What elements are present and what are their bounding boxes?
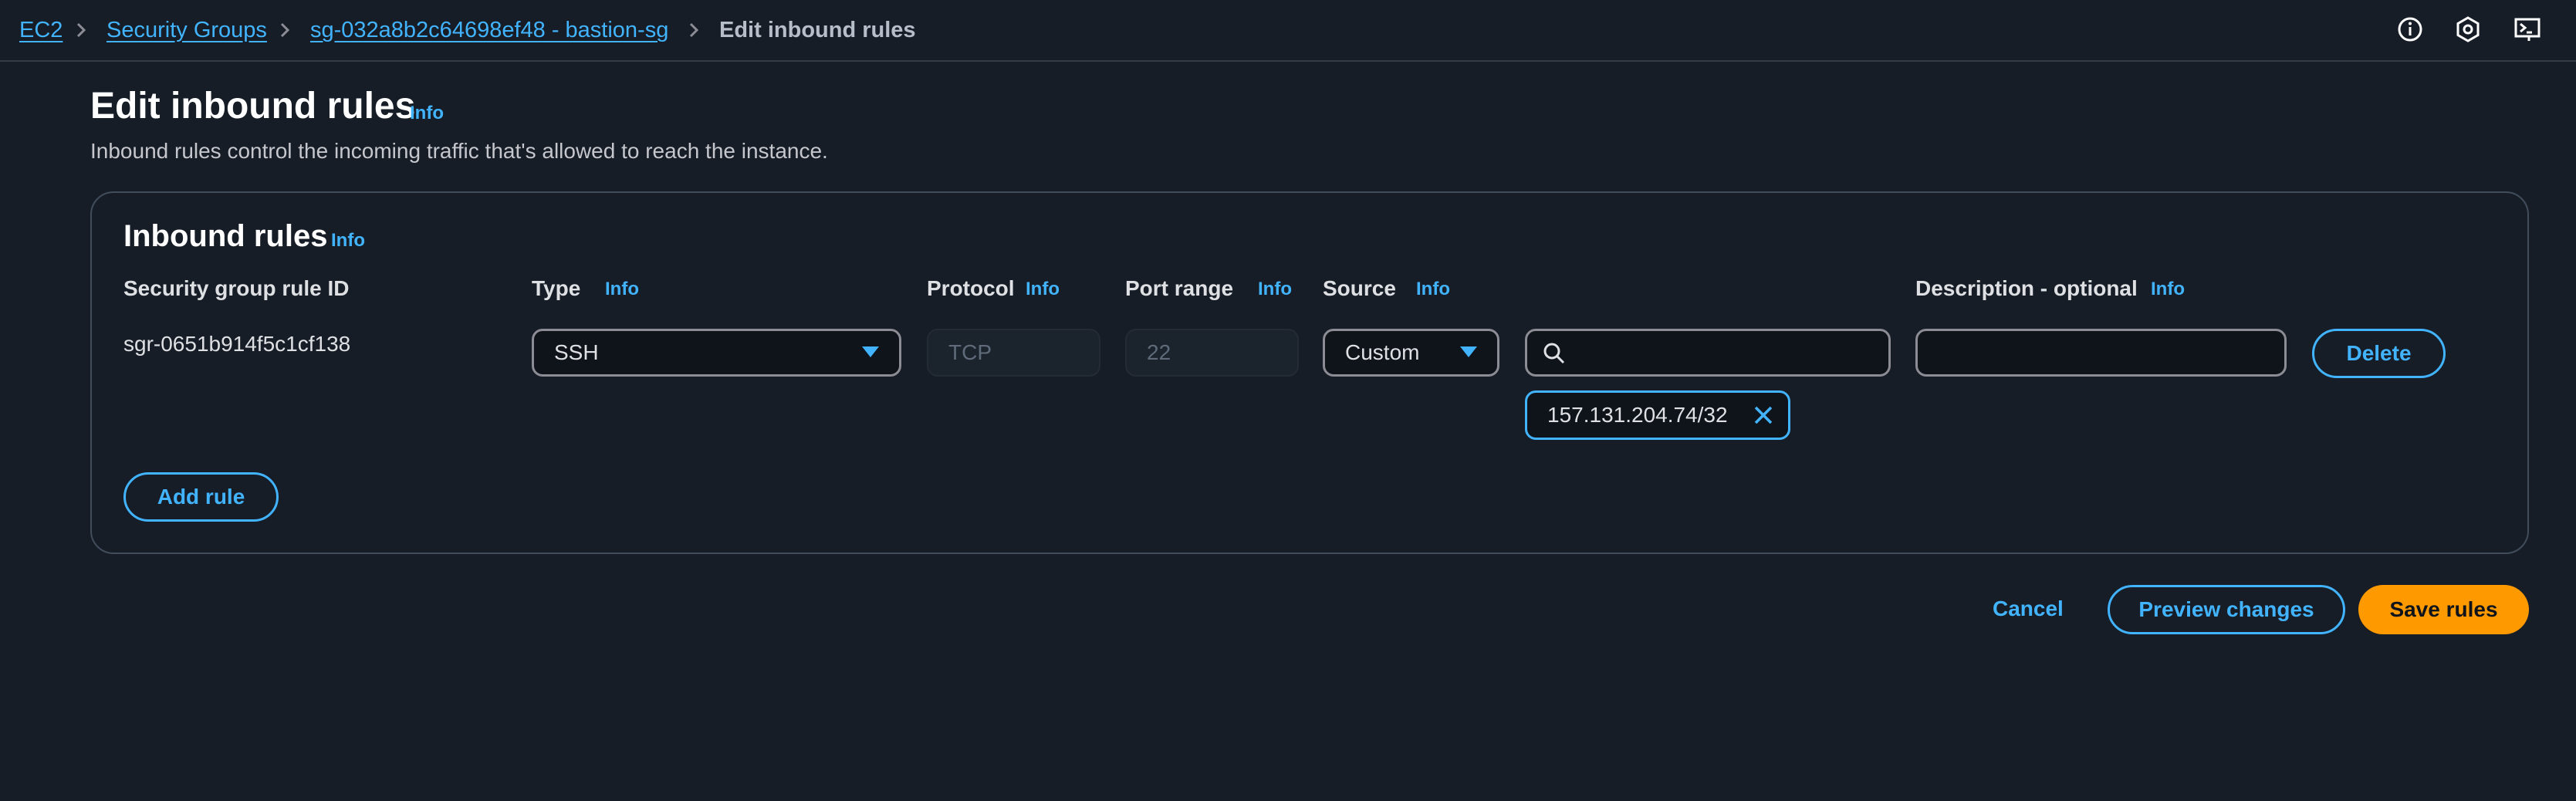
breadcrumb-current-page: Edit inbound rules [719, 18, 916, 42]
settings-hexagon-icon[interactable] [2453, 14, 2483, 45]
source-cidr-token: 157.131.204.74/32 [1525, 390, 1790, 440]
source-type-select[interactable]: Custom [1323, 329, 1499, 377]
page-title: Edit inbound rules [90, 86, 416, 127]
chevron-right-icon [76, 22, 86, 38]
type-info-link[interactable]: Info [605, 279, 639, 300]
breadcrumb-security-groups-link[interactable]: Security Groups [106, 15, 267, 45]
type-select-value: SSH [554, 340, 599, 364]
protocol-info-link[interactable]: Info [1026, 279, 1060, 300]
page-description: Inbound rules control the incoming traff… [90, 139, 828, 163]
save-rules-button[interactable]: Save rules [2358, 585, 2529, 634]
inbound-rules-heading: Inbound rules [123, 219, 328, 253]
column-header-port-range: Port range [1125, 276, 1234, 300]
search-icon [1543, 343, 1565, 364]
port-range-info-link[interactable]: Info [1258, 279, 1292, 300]
protocol-field: TCP [927, 329, 1100, 377]
description-input[interactable] [1915, 329, 2287, 377]
source-search-input[interactable] [1525, 329, 1891, 377]
add-rule-button[interactable]: Add rule [123, 472, 279, 522]
breadcrumb-security-group-link[interactable]: sg-032a8b2c64698ef48 - bastion-sg [310, 15, 668, 45]
delete-rule-button[interactable]: Delete [2312, 329, 2446, 378]
info-circle-icon[interactable] [2395, 14, 2426, 45]
top-navigation-bar: EC2 Security Groups sg-032a8b2c64698ef48… [0, 0, 2576, 62]
page-title-info-link[interactable]: Info [410, 103, 444, 124]
caret-down-icon [862, 346, 879, 357]
port-range-field: 22 [1125, 329, 1299, 377]
column-header-description: Description - optional [1915, 276, 2138, 300]
type-select[interactable]: SSH [532, 329, 901, 377]
source-cidr-token-label: 157.131.204.74/32 [1547, 403, 1728, 427]
column-header-source: Source [1323, 276, 1396, 300]
cancel-button[interactable]: Cancel [1993, 597, 2064, 621]
close-icon[interactable] [1753, 404, 1774, 426]
rule-id-value: sgr-0651b914f5c1cf138 [123, 332, 351, 356]
source-info-link[interactable]: Info [1416, 279, 1450, 300]
chevron-right-icon [280, 22, 290, 38]
breadcrumb-ec2-link[interactable]: EC2 [19, 15, 63, 45]
column-header-rule-id: Security group rule ID [123, 276, 350, 300]
caret-down-icon [1460, 346, 1477, 357]
inbound-rules-info-link[interactable]: Info [331, 230, 365, 252]
description-info-link[interactable]: Info [2151, 279, 2185, 300]
cloudshell-icon[interactable] [2512, 14, 2543, 45]
column-header-type: Type [532, 276, 581, 300]
preview-changes-button[interactable]: Preview changes [2108, 585, 2345, 634]
source-type-select-value: Custom [1345, 340, 1420, 364]
chevron-right-icon [689, 22, 699, 38]
column-header-protocol: Protocol [927, 276, 1015, 300]
